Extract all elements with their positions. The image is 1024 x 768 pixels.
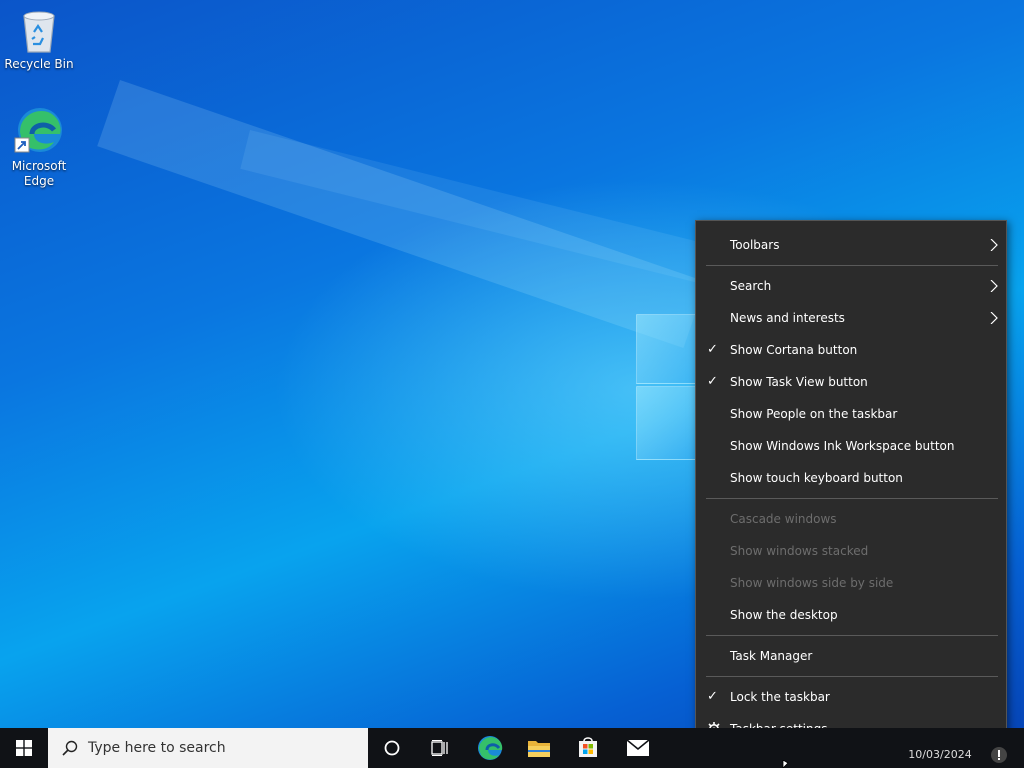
recycle-bin-icon	[23, 11, 55, 53]
cortana-icon	[384, 740, 400, 756]
windows-logo-pane	[636, 386, 698, 460]
menu-item-label: Lock the taskbar	[730, 690, 830, 704]
menu-item-label: Show the desktop	[730, 608, 838, 622]
taskbar-context-menu: Toolbars Search News and interests ✓ Sho…	[695, 220, 1007, 753]
task-view-button[interactable]	[416, 728, 464, 768]
menu-item-show-windows-side-by-side: Show windows side by side	[696, 569, 1006, 597]
menu-item-label: Show Task View button	[730, 375, 868, 389]
clock-date: 10/03/2024	[908, 748, 972, 761]
menu-item-label: Show People on the taskbar	[730, 407, 898, 421]
taskbar-clock[interactable]: 10/03/2024	[890, 748, 990, 761]
menu-item-show-touch-keyboard[interactable]: Show touch keyboard button	[696, 464, 1006, 492]
search-placeholder: Type here to search	[88, 740, 226, 756]
menu-item-show-windows-stacked: Show windows stacked	[696, 537, 1006, 565]
menu-item-show-task-view-button[interactable]: ✓ Show Task View button	[696, 368, 1006, 396]
menu-item-cascade-windows: Cascade windows	[696, 505, 1006, 533]
desktop-icon-microsoft-edge[interactable]: Microsoft Edge	[1, 106, 77, 189]
chevron-right-icon	[990, 312, 998, 324]
menu-item-label: Cascade windows	[730, 512, 837, 526]
edge-icon	[478, 736, 503, 760]
windows-logo-icon	[16, 740, 32, 756]
menu-item-label: News and interests	[730, 311, 845, 325]
menu-item-label: Show windows stacked	[730, 544, 869, 558]
edge-icon	[14, 108, 62, 153]
microsoft-store-button[interactable]	[564, 728, 612, 768]
taskbar-edge-button[interactable]	[466, 728, 514, 768]
task-view-icon	[431, 740, 448, 756]
windows-logo-pane	[636, 314, 698, 384]
cortana-button[interactable]	[368, 728, 416, 768]
desktop-icon-label-line1: Microsoft	[11, 159, 67, 173]
checkmark-icon: ✓	[707, 689, 718, 704]
menu-item-news-and-interests[interactable]: News and interests	[696, 304, 1006, 332]
file-explorer-icon	[528, 741, 550, 757]
desktop-icon-label-line2: Edge	[23, 174, 55, 188]
menu-item-label: Toolbars	[730, 238, 780, 252]
menu-separator	[706, 676, 998, 677]
file-explorer-button[interactable]	[515, 728, 563, 768]
store-icon	[579, 737, 597, 757]
taskbar[interactable]: Type here to search 10/03/2024	[0, 728, 1024, 768]
menu-item-lock-the-taskbar[interactable]: ✓ Lock the taskbar	[696, 683, 1006, 711]
search-icon	[62, 740, 78, 756]
notification-icon	[991, 747, 1007, 763]
menu-item-show-the-desktop[interactable]: Show the desktop	[696, 601, 1006, 629]
chevron-right-icon	[990, 280, 998, 292]
menu-item-label: Show Cortana button	[730, 343, 858, 357]
menu-separator	[706, 265, 998, 266]
menu-item-label: Show windows side by side	[730, 576, 894, 590]
light-beam	[97, 80, 707, 349]
mail-icon	[626, 739, 650, 756]
menu-item-show-ink-workspace[interactable]: Show Windows Ink Workspace button	[696, 432, 1006, 460]
menu-separator	[706, 498, 998, 499]
desktop-icon-recycle-bin[interactable]: Recycle Bin	[1, 8, 77, 72]
menu-item-task-manager[interactable]: Task Manager	[696, 642, 1006, 670]
mail-button[interactable]	[614, 728, 662, 768]
chevron-right-icon	[990, 239, 998, 251]
menu-item-label: Task Manager	[730, 649, 813, 663]
checkmark-icon: ✓	[707, 374, 718, 389]
action-center-button[interactable]	[990, 746, 1008, 764]
menu-item-toolbars[interactable]: Toolbars	[696, 231, 1006, 259]
menu-item-label: Search	[730, 279, 772, 293]
menu-item-show-people[interactable]: Show People on the taskbar	[696, 400, 1006, 428]
mouse-cursor-icon	[782, 760, 789, 768]
menu-item-label: Show Windows Ink Workspace button	[730, 439, 955, 453]
taskbar-search-box[interactable]: Type here to search	[48, 728, 368, 768]
menu-item-show-cortana-button[interactable]: ✓ Show Cortana button	[696, 336, 1006, 364]
menu-separator	[706, 635, 998, 636]
desktop-icon-label: Recycle Bin	[4, 57, 74, 71]
menu-item-search[interactable]: Search	[696, 272, 1006, 300]
start-button[interactable]	[0, 728, 48, 768]
menu-item-label: Show touch keyboard button	[730, 471, 903, 485]
checkmark-icon: ✓	[707, 342, 718, 357]
